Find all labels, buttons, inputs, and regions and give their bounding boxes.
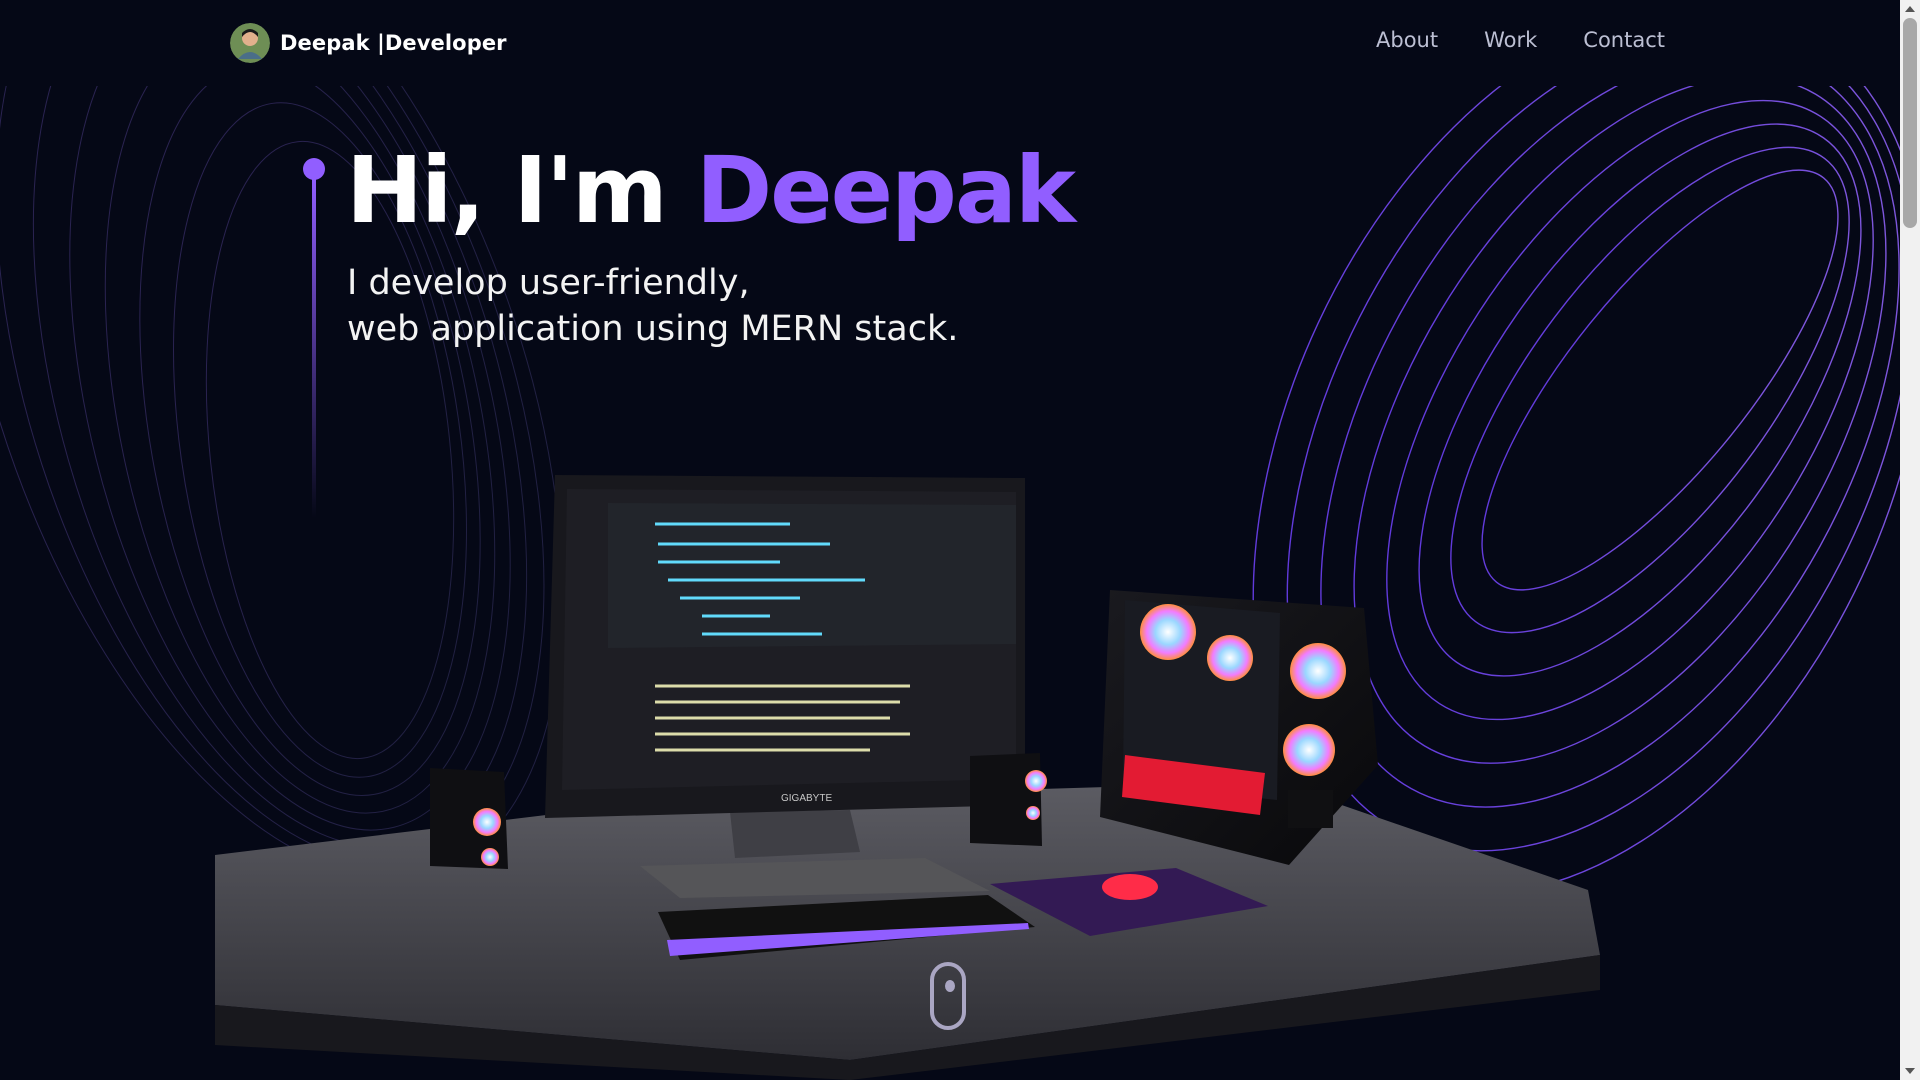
gaming-mouse	[1102, 874, 1158, 900]
computer-desk-3d-scene[interactable]: GIGABYTE	[210, 470, 1610, 1080]
scrollbar-thumb[interactable]	[1903, 18, 1917, 228]
scroll-down-arrow-icon[interactable]	[1905, 1068, 1915, 1074]
developer-avatar	[230, 23, 270, 63]
hero-title: Hi, I'm Deepak	[346, 137, 1076, 244]
monitor-brand-label: GIGABYTE	[781, 793, 832, 804]
mouse-scroll-icon[interactable]	[930, 962, 966, 1030]
monitor: GIGABYTE	[545, 475, 1025, 818]
monitor-stand	[730, 810, 860, 858]
hero-subtitle: I develop user-friendly, web application…	[347, 260, 958, 352]
nav-link-contact[interactable]: Contact	[1583, 28, 1665, 52]
timeline-dot	[303, 158, 325, 180]
nav-link-work[interactable]: Work	[1484, 28, 1537, 52]
top-navigation: Deepak |Developer About Work Contact	[0, 0, 1900, 86]
right-speaker	[970, 753, 1047, 846]
vertical-scrollbar[interactable]	[1900, 0, 1920, 1080]
scroll-up-arrow-icon[interactable]	[1905, 6, 1915, 12]
mouse-scroll-dot	[945, 980, 955, 992]
brand-logo-link[interactable]: Deepak |Developer	[230, 22, 507, 64]
hero-greeting: Hi, I'm	[346, 137, 696, 244]
nav-link-about[interactable]: About	[1376, 28, 1438, 52]
hero-subtitle-line-1: I develop user-friendly,	[347, 263, 750, 303]
navigation-links: About Work Contact	[1376, 28, 1665, 52]
hero-subtitle-line-2: web application using MERN stack.	[347, 309, 959, 349]
timeline-line	[312, 178, 316, 518]
hero-section: Hi, I'm Deepak I develop user-friendly, …	[0, 0, 1900, 1080]
brand-name: Deepak |Developer	[280, 31, 507, 55]
left-speaker	[430, 768, 508, 869]
hero-name: Deepak	[695, 137, 1076, 244]
